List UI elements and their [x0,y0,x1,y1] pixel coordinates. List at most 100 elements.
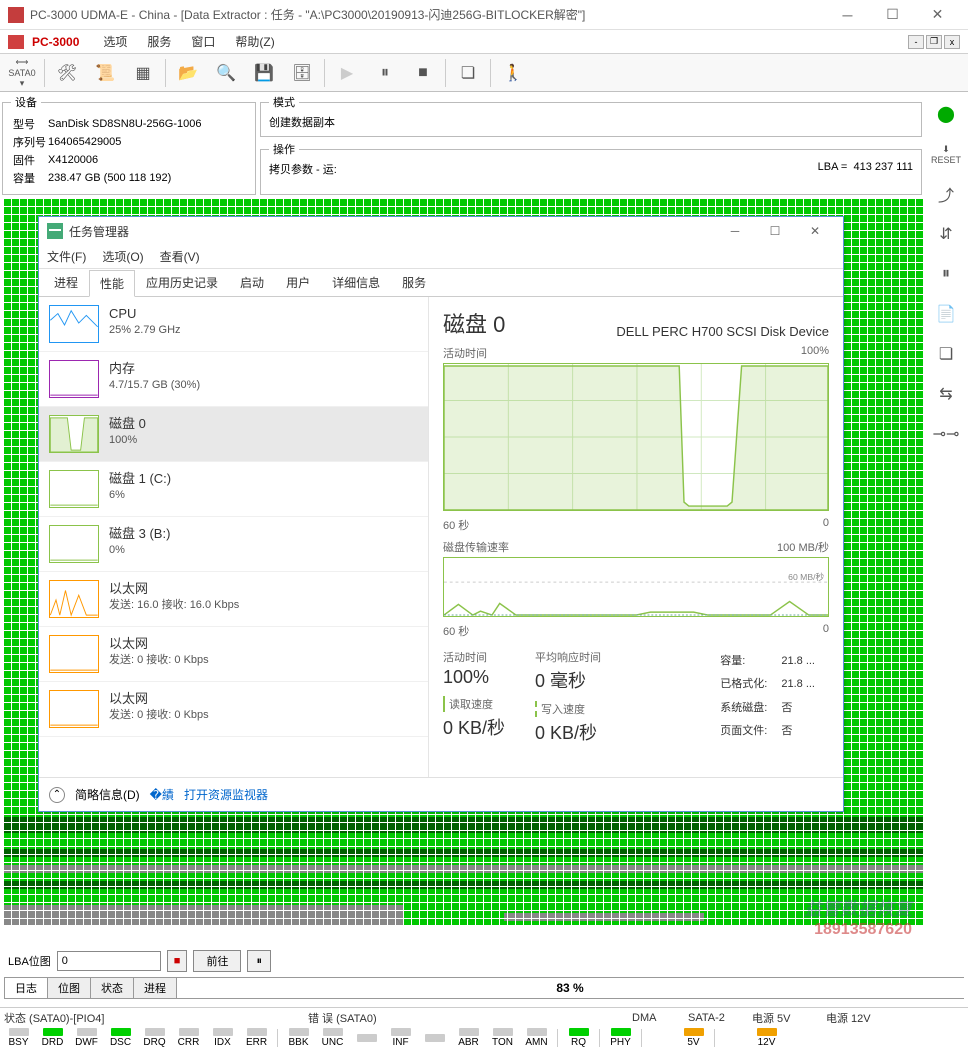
led-5V: 5V [677,1028,710,1048]
window-title: PC-3000 UDMA-E - China - [Data Extractor… [30,6,825,23]
device-fieldset: 设备 型号SanDisk SD8SN8U-256G-1006 序列号164065… [2,94,256,195]
doc-icon[interactable]: 📄 [930,298,962,330]
led-RQ: RQ [562,1028,595,1048]
led-DRQ: DRQ [138,1028,171,1048]
tm-titlebar[interactable]: 任务管理器 ─ ☐ ✕ [39,217,843,245]
tool-disk-icon[interactable]: 💾 [246,57,282,89]
tm-tabs: 进程 性能 应用历史记录 启动 用户 详细信息 服务 [39,269,843,297]
led-CRR: CRR [172,1028,205,1048]
perf-item-5[interactable]: 以太网发送: 16.0 接收: 16.0 Kbps [39,572,428,627]
led-DWF: DWF [70,1028,103,1048]
tool-open-icon[interactable]: 📂 [170,57,206,89]
resmon-link[interactable]: 打开资源监视器 [184,786,268,803]
device-legend: 设备 [11,94,41,110]
perf-item-3[interactable]: 磁盘 1 (C:)6% [39,462,428,517]
sata-selector[interactable]: ⟷SATA0▾ [4,57,40,89]
tool-search-icon[interactable]: 🔍 [208,57,244,89]
led-INF: INF [384,1028,417,1048]
maximize-button[interactable]: ☐ [870,0,915,30]
mdi-minimize[interactable]: - [908,35,924,49]
led-BSY: BSY [2,1028,35,1048]
reset-icon[interactable]: ⬇RESET [930,138,962,170]
tm-menu: 文件(F) 选项(O) 查看(V) [39,245,843,269]
perf-item-1[interactable]: 内存4.7/15.7 GB (30%) [39,352,428,407]
recalibrate-icon[interactable]: ⤴ [930,178,962,210]
led-UNC: UNC [316,1028,349,1048]
play-button[interactable]: ▶ [329,57,365,89]
led-12V: 12V [750,1028,783,1048]
tool-cylinder-icon[interactable]: 🗄 [284,57,320,89]
tm-minimize[interactable]: ─ [715,219,755,243]
stop-button[interactable]: ■ [405,57,441,89]
led-row: BSYDRDDWFDSCDRQCRRIDXERRBBKUNCINFABRTONA… [0,1027,968,1049]
goto-button[interactable]: 前往 [193,950,241,972]
perf-item-4[interactable]: 磁盘 3 (B:)0% [39,517,428,572]
btab-status[interactable]: 状态 [90,977,134,999]
reverse-icon[interactable]: ⇆ [930,378,962,410]
led-PHY: PHY [604,1028,637,1048]
led-blank [350,1034,383,1043]
toolbar: ⟷SATA0▾ 🛠 📜 ▦ 📂 🔍 💾 🗄 ▶ ⏸ ■ ❏ 🚶 [0,54,968,92]
copies-icon[interactable]: ❏ [930,338,962,370]
tab-users[interactable]: 用户 [275,269,321,296]
pause-nav-button[interactable]: ⏸ [247,950,271,972]
tab-startup[interactable]: 启动 [229,269,275,296]
mdi-close[interactable]: x [944,35,960,49]
tab-history[interactable]: 应用历史记录 [135,269,229,296]
perf-item-2[interactable]: 磁盘 0100% [39,407,428,462]
btab-bitmap[interactable]: 位图 [47,977,91,999]
collapse-icon[interactable]: ⌃ [49,787,65,803]
exit-icon[interactable]: 🚶 [495,57,531,89]
tool-script-icon[interactable]: 📜 [87,57,123,89]
brief-info-link[interactable]: 简略信息(D) [75,786,140,803]
tab-performance[interactable]: 性能 [89,270,135,297]
tab-services[interactable]: 服务 [391,269,437,296]
mode-value: 创建数据副本 [269,117,335,129]
tm-menu-view[interactable]: 查看(V) [160,248,200,265]
close-button[interactable]: ✕ [915,0,960,30]
perf-item-7[interactable]: 以太网发送: 0 接收: 0 Kbps [39,682,428,737]
app-name: PC-3000 [32,35,79,49]
tab-processes[interactable]: 进程 [43,269,89,296]
active-time-chart [443,363,829,511]
led-ABR: ABR [452,1028,485,1048]
pause2-icon[interactable]: ⏸ [930,258,962,290]
tm-menu-file[interactable]: 文件(F) [47,248,86,265]
windows-icon[interactable]: ❏ [450,57,486,89]
btab-process[interactable]: 进程 [133,977,177,999]
lba-marker-button[interactable]: ■ [167,950,188,972]
perf-detail: 磁盘 0 DELL PERC H700 SCSI Disk Device 活动时… [429,297,843,777]
svg-text:60 MB/秒: 60 MB/秒 [788,571,824,582]
perf-heading: 磁盘 0 [443,307,505,339]
menu-options[interactable]: 选项 [95,31,135,52]
menu-help[interactable]: 帮助(Z) [227,31,282,52]
tm-close[interactable]: ✕ [795,219,835,243]
perf-item-0[interactable]: CPU25% 2.79 GHz [39,297,428,352]
btab-log[interactable]: 日志 [4,977,48,999]
pc3000-icon [8,35,24,49]
led-AMN: AMN [520,1028,553,1048]
lba-input[interactable] [57,951,161,971]
led-DRD: DRD [36,1028,69,1048]
perf-item-6[interactable]: 以太网发送: 0 接收: 0 Kbps [39,627,428,682]
mdi-restore[interactable]: ❐ [926,35,942,49]
taskmgr-icon [47,223,63,239]
led-blank [418,1034,451,1043]
app-icon [8,7,24,23]
adjust-icon[interactable]: ⊸⊸ [930,418,962,450]
pause-button[interactable]: ⏸ [367,57,403,89]
disk-properties: 容量:21.8 ... 已格式化:21.8 ... 系统磁盘:否 页面文件:否 [718,649,829,745]
tab-details[interactable]: 详细信息 [321,269,391,296]
menu-window[interactable]: 窗口 [183,31,223,52]
tool-register-icon[interactable]: ▦ [125,57,161,89]
tm-menu-options[interactable]: 选项(O) [102,248,143,265]
minimize-button[interactable]: ─ [825,0,870,30]
right-toolbar: ⬤ ⬇RESET ⤴ ⇵ ⏸ 📄 ❏ ⇆ ⊸⊸ [926,94,966,450]
cylinder-icon[interactable]: ⬤ [930,98,962,130]
tm-maximize[interactable]: ☐ [755,219,795,243]
menu-services[interactable]: 服务 [139,31,179,52]
tool-settings-icon[interactable]: 🛠 [49,57,85,89]
head-icon[interactable]: ⇵ [930,218,962,250]
tm-title-text: 任务管理器 [69,223,715,240]
operation-fieldset: 操作 拷贝参数 - 运: LBA = 413 237 111 [260,141,922,195]
